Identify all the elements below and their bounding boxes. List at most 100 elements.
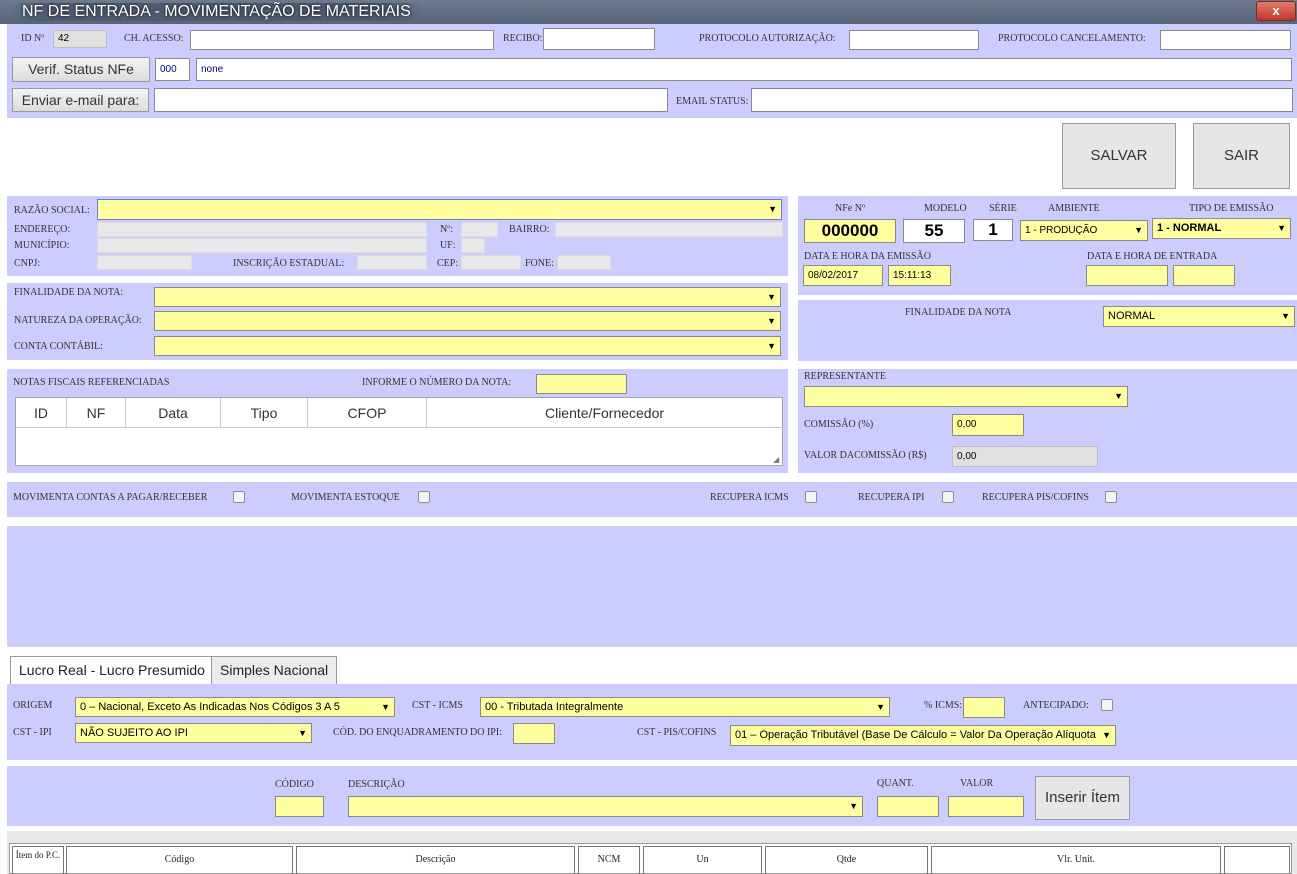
pct-icms-field[interactable] [963, 697, 1005, 718]
codigo-field[interactable] [275, 796, 324, 817]
quant-label: QUANT. [877, 778, 914, 789]
column-header-descricao[interactable]: Descrição [296, 846, 575, 874]
cst-pis-value: 01 – Operação Tributável (Base De Cálcul… [735, 729, 1096, 741]
column-header[interactable]: CFOP [308, 398, 427, 427]
tab-simples-nacional[interactable]: Simples Nacional [211, 656, 338, 684]
informe-nota-field[interactable] [536, 374, 627, 394]
ipi-checkbox[interactable] [942, 491, 954, 503]
column-header[interactable]: Cliente/Fornecedor [427, 398, 782, 427]
resize-grip-icon[interactable]: ◢ [773, 456, 781, 464]
pis-checkbox[interactable] [1105, 491, 1117, 503]
window-title: NF DE ENTRADA - MOVIMENTAÇÃO DE MATERIAI… [8, 3, 425, 21]
modelo-field[interactable]: 55 [903, 219, 965, 243]
numero-field [461, 222, 498, 237]
valor-field[interactable] [948, 796, 1024, 817]
chevron-down-icon: ▼ [1100, 726, 1111, 745]
chevron-down-icon: ▼ [849, 801, 858, 811]
municipio-field [97, 238, 427, 253]
codigo-label: CÓDIGO [275, 779, 314, 790]
data-entrada-label: DATA E HORA DE ENTRADA [1087, 251, 1218, 262]
informe-nota-label: INFORME O NÚMERO DA NOTA: [362, 377, 512, 388]
cst-pis-select[interactable]: 01 – Operação Tributável (Base De Cálcul… [730, 725, 1116, 746]
finalidade-nfe-select[interactable]: NORMAL ▼ [1103, 306, 1295, 327]
chevron-down-icon: ▼ [1134, 225, 1143, 235]
valor-label: VALOR [960, 778, 994, 789]
cst-icms-select[interactable]: 00 - Tributada Integralmente ▼ [480, 697, 890, 717]
quant-field[interactable] [877, 796, 939, 817]
column-header-item-pc[interactable]: Ítem do P.C. [12, 846, 64, 874]
municipio-label: MUNICÍPIO: [14, 240, 70, 251]
column-header[interactable]: Tipo [221, 398, 308, 427]
cst-ipi-label: CST - IPI [13, 727, 52, 738]
chevron-down-icon: ▼ [298, 728, 307, 738]
descricao-select[interactable]: ▼ [348, 796, 863, 817]
email-field[interactable] [154, 88, 668, 112]
verif-status-button[interactable]: Verif. Status NFe [12, 57, 150, 82]
save-button[interactable]: SALVAR [1062, 123, 1176, 189]
close-icon: x [1272, 3, 1280, 18]
representante-select[interactable]: ▼ [804, 386, 1128, 407]
tipo-emissao-label: TIPO DE EMISSÃO [1189, 203, 1274, 214]
origem-value: 0 – Nacional, Exceto As Indicadas Nos Có… [80, 701, 340, 713]
origem-select[interactable]: 0 – Nacional, Exceto As Indicadas Nos Có… [75, 697, 395, 717]
data-entrada-field[interactable] [1086, 265, 1168, 286]
tipo-emissao-select[interactable]: 1 - NORMAL ▼ [1152, 218, 1291, 239]
comissao-field[interactable]: 0,00 [952, 414, 1024, 436]
icms-label: RECUPERA ICMS [710, 492, 789, 503]
email-status-field[interactable] [751, 88, 1293, 112]
ambiente-label: AMBIENTE [1048, 203, 1100, 214]
items-table[interactable]: Ítem do P.C. Código Descrição NCM Un Qtd… [9, 843, 1292, 874]
contas-checkbox[interactable] [233, 491, 245, 503]
chevron-down-icon: ▼ [1114, 391, 1123, 401]
serie-field[interactable]: 1 [973, 219, 1013, 241]
column-header-qtde[interactable]: Qtde [765, 846, 928, 874]
finalidade-nfe-value: NORMAL [1108, 310, 1156, 322]
razao-social-label: RAZÃO SOCIAL: [14, 205, 90, 216]
close-button[interactable]: x [1256, 1, 1296, 21]
protocolo-cancelamento-field[interactable] [1160, 30, 1291, 50]
column-header-codigo[interactable]: Código [66, 846, 293, 874]
protocolo-autorizacao-field[interactable] [849, 30, 979, 50]
hora-emissao-field[interactable]: 15:11:13 [888, 265, 951, 286]
finalidade-select[interactable]: ▼ [154, 287, 781, 307]
send-email-button[interactable]: Enviar e-mail para: [12, 88, 149, 112]
conta-select[interactable]: ▼ [154, 336, 781, 356]
chevron-down-icon: ▼ [767, 316, 776, 326]
fone-label: FONE: [525, 258, 554, 269]
chevron-down-icon: ▼ [381, 702, 390, 712]
antecipado-checkbox[interactable] [1101, 699, 1113, 711]
nfe-number-field[interactable]: 000000 [804, 219, 896, 243]
exit-button[interactable]: SAIR [1193, 123, 1290, 189]
razao-social-select[interactable]: ▼ [97, 199, 782, 220]
column-header-vlr-unit[interactable]: Vlr. Unit. [931, 846, 1221, 874]
data-emissao-label: DATA E HORA DA EMISSÃO [804, 251, 931, 262]
column-header[interactable]: NF [67, 398, 126, 427]
id-label: ID Nº [21, 33, 45, 44]
bairro-label: BAIRRO: [509, 224, 550, 235]
natureza-select[interactable]: ▼ [154, 311, 781, 331]
hora-entrada-field[interactable] [1173, 265, 1235, 286]
email-status-label: EMAIL STATUS: [676, 96, 749, 107]
status-text-field[interactable]: none [196, 58, 1292, 81]
tab-lucro-real[interactable]: Lucro Real - Lucro Presumido [10, 656, 214, 685]
recibo-field[interactable] [543, 28, 655, 50]
column-header-extra[interactable] [1224, 846, 1290, 874]
column-header[interactable]: ID [16, 398, 67, 427]
endereco-label: ENDEREÇO: [14, 224, 71, 235]
ch-acesso-field[interactable] [190, 30, 494, 50]
valor-comissao-field: 0,00 [952, 446, 1098, 467]
status-code-field[interactable]: 000 [155, 58, 190, 81]
referenciadas-table[interactable]: ID NF Data Tipo CFOP Cliente/Fornecedor … [15, 397, 783, 466]
chevron-down-icon: ▼ [768, 204, 777, 214]
cst-ipi-select[interactable]: NÃO SUJEITO AO IPI ▼ [75, 723, 312, 743]
icms-checkbox[interactable] [805, 491, 817, 503]
table-header: ID NF Data Tipo CFOP Cliente/Fornecedor [16, 398, 782, 428]
column-header-un[interactable]: Un [643, 846, 762, 874]
insert-item-button[interactable]: Inserir Ítem [1035, 776, 1130, 820]
ambiente-select[interactable]: 1 - PRODUÇÃO ▼ [1020, 220, 1148, 241]
estoque-checkbox[interactable] [418, 491, 430, 503]
column-header[interactable]: Data [126, 398, 221, 427]
data-emissao-field[interactable]: 08/02/2017 [803, 265, 883, 286]
enquadramento-field[interactable] [513, 723, 555, 744]
column-header-ncm[interactable]: NCM [578, 846, 640, 874]
